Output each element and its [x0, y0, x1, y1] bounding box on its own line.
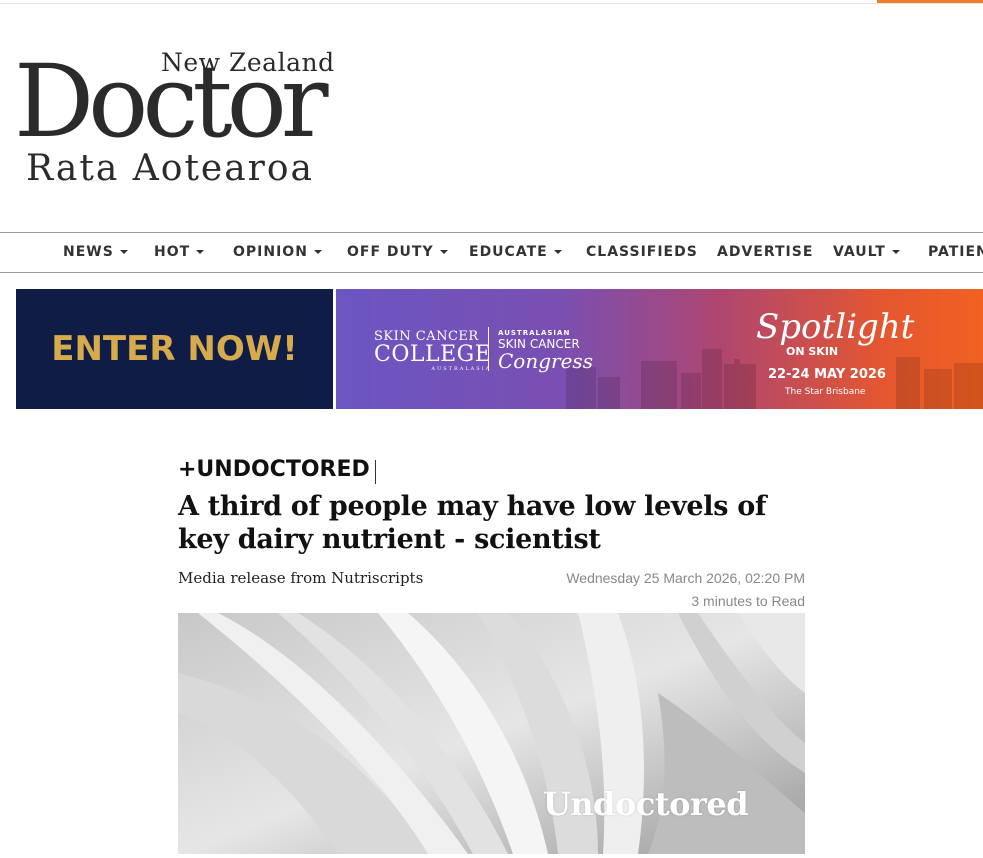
nav-item-news[interactable]: NEWS [63, 244, 128, 260]
undoctored-watermark: Undoctored [543, 785, 749, 823]
nav-item-advertise[interactable]: ADVERTISE [717, 244, 813, 260]
nav-item-vault[interactable]: VAULT [833, 244, 900, 260]
college-line2: COLLEGE [374, 342, 492, 367]
banner-cta-panel[interactable]: ENTER NOW! [16, 289, 333, 409]
nav-item-label: OPINION [233, 244, 308, 260]
site-logo[interactable]: New Zealand Doctor Rata Aotearoa [14, 43, 346, 193]
article-hero-image: Undoctored [178, 613, 805, 854]
nav-item-label: VAULT [833, 244, 886, 260]
nav-item-patients[interactable]: PATIEN [928, 244, 983, 260]
nav-item-label: PATIEN [928, 244, 983, 260]
article-category[interactable]: +UNDOCTORED [178, 457, 370, 482]
logo-sub-text: Rata Aotearoa [26, 148, 315, 189]
banner-event-panel[interactable]: SKIN CANCER COLLEGE AUSTRALASIA AUSTRALA… [336, 289, 983, 409]
article-date: Wednesday 25 March 2026, 02:20 PM [566, 570, 805, 586]
nav-item-off-duty[interactable]: OFF DUTY [347, 244, 448, 260]
nav-item-educate[interactable]: EDUCATE [469, 244, 562, 260]
banner-cta-text: ENTER NOW! [51, 329, 298, 369]
article-headline: A third of people may have low levels of… [178, 491, 767, 555]
spotlight-title: Spotlight [756, 307, 915, 347]
article-read-time: 3 minutes to Read [691, 593, 805, 609]
caret-down-icon [313, 250, 322, 254]
top-rule [0, 3, 983, 4]
caret-down-icon [439, 250, 448, 254]
nav-item-hot[interactable]: HOT [154, 244, 205, 260]
nav-item-label: EDUCATE [469, 244, 548, 260]
advert-banner[interactable]: ENTER NOW! SKIN CANCER COLLEGE AUSTRALAS… [16, 289, 983, 409]
logo-divider [488, 327, 489, 371]
congress-logo: AUSTRALASIAN SKIN CANCER Congress [498, 329, 593, 371]
congress-line3: Congress [498, 349, 593, 373]
event-dates: 22-24 MAY 2026 [768, 367, 886, 382]
caret-down-icon [891, 250, 900, 254]
caret-down-icon [553, 250, 562, 254]
nav-item-opinion[interactable]: OPINION [233, 244, 322, 260]
caret-down-icon [196, 250, 205, 254]
event-venue: The Star Brisbane [785, 387, 866, 397]
article-byline: Media release from Nutriscripts [178, 569, 424, 587]
main-nav: NEWS HOT OPINION OFF DUTY EDUCATE CLASSI… [0, 232, 983, 273]
on-skin-label: ON SKIN [786, 345, 839, 358]
caret-down-icon [119, 250, 128, 254]
top-accent-bar [877, 0, 983, 3]
congress-line1: AUSTRALASIAN [498, 329, 571, 337]
skin-cancer-college-logo: SKIN CANCER COLLEGE AUSTRALASIA [374, 329, 491, 372]
nav-item-label: ADVERTISE [717, 244, 814, 260]
nav-item-label: OFF DUTY [347, 244, 434, 260]
category-divider [375, 460, 376, 484]
logo-main-text: Doctor [14, 43, 329, 160]
nav-item-label: HOT [154, 244, 191, 260]
nav-item-classifieds[interactable]: CLASSIFIEDS [586, 244, 698, 260]
nav-item-label: CLASSIFIEDS [586, 244, 698, 260]
nav-item-label: NEWS [63, 244, 114, 260]
